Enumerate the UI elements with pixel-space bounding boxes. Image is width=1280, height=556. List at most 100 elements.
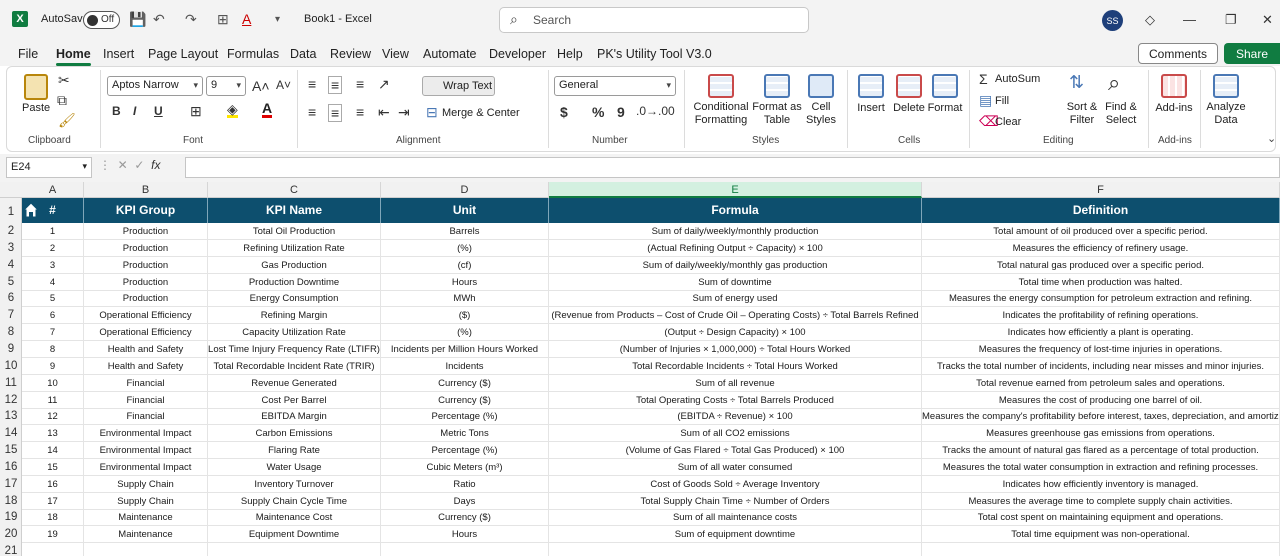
table-cell[interactable]: Incidents per Million Hours Worked [381, 340, 549, 358]
increase-decimal-icon[interactable]: .0→ [636, 104, 658, 118]
enter-icon[interactable]: ✓ [134, 158, 144, 172]
column-header-b[interactable]: B [84, 182, 208, 198]
insert-cells-icon[interactable] [858, 74, 884, 98]
table-cell[interactable]: Water Usage [208, 458, 381, 476]
sort-filter-label-1[interactable]: Sort & [1060, 101, 1104, 114]
table-cell[interactable]: Production [84, 223, 208, 240]
autosave-toggle[interactable]: Off [83, 11, 120, 29]
copy-icon[interactable]: ⧉ [57, 92, 67, 109]
table-cell[interactable]: Hours [381, 273, 549, 291]
delete-cells-label[interactable]: Delete [889, 102, 929, 115]
table-cell[interactable]: Total natural gas produced over a specif… [922, 256, 1280, 274]
addins-icon[interactable] [1161, 74, 1187, 98]
underline-button[interactable]: U [154, 104, 163, 118]
table-cell[interactable]: 16 [22, 475, 84, 493]
empty-cell[interactable] [208, 543, 381, 556]
decrease-font-icon[interactable]: A˅ [276, 78, 291, 92]
table-cell[interactable]: Measures the company's profitability bef… [922, 408, 1280, 426]
table-cell[interactable]: Maintenance [84, 509, 208, 527]
minimize-icon[interactable]: — [1183, 12, 1196, 27]
tab-home[interactable]: Home [56, 47, 91, 66]
tab-automate[interactable]: Automate [423, 47, 477, 61]
empty-cell[interactable] [381, 543, 549, 556]
table-cell[interactable]: Indicates how efficiently a plant is ope… [922, 324, 1280, 342]
table-cell[interactable]: 6 [22, 307, 84, 325]
row-header-9[interactable]: 9 [0, 343, 22, 355]
column-header-e[interactable]: E [549, 182, 922, 198]
tab-help[interactable]: Help [557, 47, 583, 61]
close-icon[interactable]: ✕ [1262, 12, 1273, 28]
avatar[interactable]: SS [1102, 10, 1123, 31]
table-cell[interactable]: Barrels [381, 223, 549, 240]
tab-file[interactable]: File [18, 47, 38, 61]
collapse-ribbon-icon[interactable]: ⌄ [1267, 132, 1276, 145]
row-header-6[interactable]: 6 [0, 292, 22, 304]
row-header-4[interactable]: 4 [0, 259, 22, 271]
table-cell[interactable]: Equipment Downtime [208, 526, 381, 544]
table-cell[interactable]: Cost of Goods Sold ÷ Average Inventory [549, 475, 922, 493]
table-cell[interactable]: ($) [381, 307, 549, 325]
align-center-icon[interactable]: ≡ [328, 104, 343, 122]
table-cell[interactable]: Sum of energy used [549, 290, 922, 308]
table-cell[interactable]: Financial [84, 408, 208, 426]
row-header-7[interactable]: 7 [0, 309, 22, 321]
format-as-table-label-2[interactable]: Table [749, 114, 805, 127]
table-cell[interactable]: Measures greenhouse gas emissions from o… [922, 425, 1280, 443]
empty-cell[interactable] [549, 543, 922, 556]
table-cell[interactable]: Total Recordable Incident Rate (TRIR) [208, 357, 381, 375]
format-as-table-icon[interactable] [764, 74, 790, 98]
table-cell[interactable]: Environmental Impact [84, 458, 208, 476]
table-cell[interactable]: Currency ($) [381, 391, 549, 409]
more-icon[interactable]: ⋮ [99, 158, 111, 172]
table-cell[interactable]: Sum of daily/weekly/monthly gas producti… [549, 256, 922, 274]
table-cell[interactable]: Supply Chain [84, 492, 208, 510]
column-header-c[interactable]: C [208, 182, 381, 198]
orientation-icon[interactable]: ↗ [378, 76, 390, 93]
currency-button[interactable]: $ [560, 104, 568, 120]
analyze-data-icon[interactable] [1213, 74, 1239, 98]
number-format-select[interactable]: General ▾ [554, 76, 676, 96]
table-cell[interactable]: Total revenue earned from petroleum sale… [922, 374, 1280, 392]
format-cells-icon[interactable] [932, 74, 958, 98]
table-cell[interactable]: 10 [22, 374, 84, 392]
table-cell[interactable]: Measures the efficiency of refinery usag… [922, 239, 1280, 257]
paste-icon[interactable] [24, 74, 48, 100]
table-cell[interactable]: (Number of Injuries × 1,000,000) ÷ Total… [549, 340, 922, 358]
table-cell[interactable]: (cf) [381, 256, 549, 274]
table-cell[interactable]: Production [84, 290, 208, 308]
redo-icon[interactable]: ↷ [185, 11, 197, 28]
table-cell[interactable]: Sum of all revenue [549, 374, 922, 392]
table-cell[interactable]: Measures the cost of producing one barre… [922, 391, 1280, 409]
table-header-cell[interactable]: Definition [922, 198, 1280, 223]
row-header-2[interactable]: 2 [0, 225, 22, 237]
table-cell[interactable]: Sum of daily/weekly/monthly production [549, 223, 922, 240]
table-cell[interactable]: Percentage (%) [381, 408, 549, 426]
diamond-icon[interactable]: ◇ [1145, 12, 1155, 28]
table-cell[interactable]: Gas Production [208, 256, 381, 274]
align-top-icon[interactable]: ≡ [308, 76, 316, 92]
row-header-10[interactable]: 10 [0, 360, 22, 372]
percent-button[interactable]: % [592, 104, 604, 120]
conditional-formatting-icon[interactable] [708, 74, 734, 98]
table-cell[interactable]: 18 [22, 509, 84, 527]
table-cell[interactable]: Production [84, 256, 208, 274]
find-select-icon[interactable]: ⌕ [1108, 70, 1120, 96]
tab-page-layout[interactable]: Page Layout [148, 47, 218, 61]
table-cell[interactable]: 4 [22, 273, 84, 291]
table-cell[interactable]: Incidents [381, 357, 549, 375]
row-header-16[interactable]: 16 [0, 461, 22, 473]
table-cell[interactable]: Measures the frequency of lost-time inju… [922, 340, 1280, 358]
table-cell[interactable]: Supply Chain Cycle Time [208, 492, 381, 510]
table-cell[interactable]: Total Recordable Incidents ÷ Total Hours… [549, 357, 922, 375]
table-cell[interactable]: (Actual Refining Output ÷ Capacity) × 10… [549, 239, 922, 257]
table-cell[interactable]: Sum of downtime [549, 273, 922, 291]
table-cell[interactable]: Production [84, 273, 208, 291]
name-box[interactable]: E24 ▾ [6, 157, 92, 178]
column-header-f[interactable]: F [922, 182, 1280, 198]
table-cell[interactable]: Maintenance Cost [208, 509, 381, 527]
column-header-d[interactable]: D [381, 182, 549, 198]
cell-styles-label-1[interactable]: Cell [800, 101, 842, 114]
borders-icon[interactable]: ⊞ [190, 103, 202, 120]
table-cell[interactable]: Energy Consumption [208, 290, 381, 308]
table-cell[interactable]: Cubic Meters (m³) [381, 458, 549, 476]
